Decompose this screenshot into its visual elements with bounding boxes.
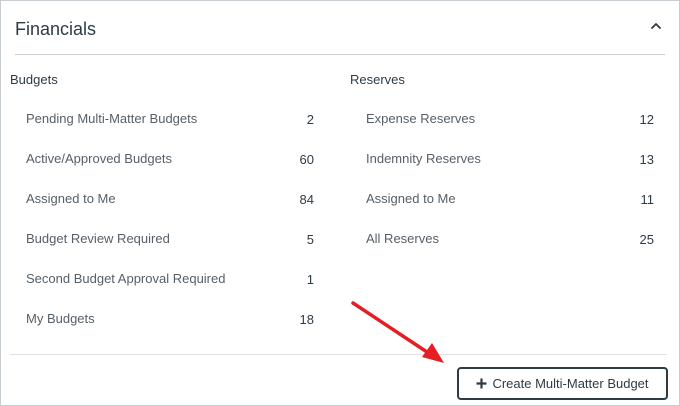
- budgets-heading: Budgets: [10, 72, 58, 87]
- budget-row-my-budgets[interactable]: My Budgets 18: [26, 305, 314, 345]
- footer-divider: [10, 354, 667, 355]
- budget-row-label: My Budgets: [26, 311, 95, 326]
- reserve-row-all[interactable]: All Reserves 25: [366, 225, 654, 265]
- reserve-row-label: Assigned to Me: [366, 191, 456, 206]
- reserve-row-count: 12: [639, 112, 654, 127]
- plus-icon: [476, 378, 487, 389]
- budget-row-label: Active/Approved Budgets: [26, 151, 172, 166]
- budget-row-count: 84: [299, 192, 314, 207]
- reserve-row-label: Expense Reserves: [366, 111, 476, 126]
- create-multi-matter-budget-button[interactable]: Create Multi-Matter Budget: [457, 367, 668, 400]
- reserve-row-indemnity[interactable]: Indemnity Reserves 13: [366, 145, 654, 185]
- budget-row-count: 60: [299, 152, 314, 167]
- budget-row-label: Second Budget Approval Required: [26, 271, 226, 286]
- budgets-list: Pending Multi-Matter Budgets 2 Active/Ap…: [26, 105, 314, 345]
- chevron-up-icon[interactable]: [649, 19, 663, 33]
- budget-row-count: 2: [306, 112, 314, 127]
- budget-row-count: 5: [306, 232, 314, 247]
- reserve-row-count: 13: [639, 152, 654, 167]
- budget-row-count: 1: [306, 272, 314, 287]
- reserve-row-assigned-to-me[interactable]: Assigned to Me 11: [366, 185, 654, 225]
- financials-panel: Financials Budgets Pending Multi-Matter …: [0, 0, 680, 406]
- reserve-row-count: 11: [640, 192, 655, 207]
- budget-row-active-approved[interactable]: Active/Approved Budgets 60: [26, 145, 314, 185]
- reserve-row-label: All Reserves: [366, 231, 439, 246]
- budget-row-second-approval[interactable]: Second Budget Approval Required 1: [26, 265, 314, 305]
- budget-row-label: Budget Review Required: [26, 231, 170, 246]
- budget-row-label: Pending Multi-Matter Budgets: [26, 111, 198, 126]
- create-button-label: Create Multi-Matter Budget: [492, 376, 649, 391]
- reserve-row-label: Indemnity Reserves: [366, 151, 481, 166]
- reserves-heading: Reserves: [350, 72, 405, 87]
- budget-row-count: 18: [299, 312, 314, 327]
- reserve-row-count: 25: [639, 232, 654, 247]
- panel-header: Financials: [15, 1, 665, 55]
- budget-row-assigned-to-me[interactable]: Assigned to Me 84: [26, 185, 314, 225]
- budget-row-label: Assigned to Me: [26, 191, 116, 206]
- panel-title: Financials: [15, 19, 97, 39]
- budget-row-review-required[interactable]: Budget Review Required 5: [26, 225, 314, 265]
- reserves-list: Expense Reserves 12 Indemnity Reserves 1…: [366, 105, 654, 265]
- reserve-row-expense[interactable]: Expense Reserves 12: [366, 105, 654, 145]
- budget-row-pending-multi-matter[interactable]: Pending Multi-Matter Budgets 2: [26, 105, 314, 145]
